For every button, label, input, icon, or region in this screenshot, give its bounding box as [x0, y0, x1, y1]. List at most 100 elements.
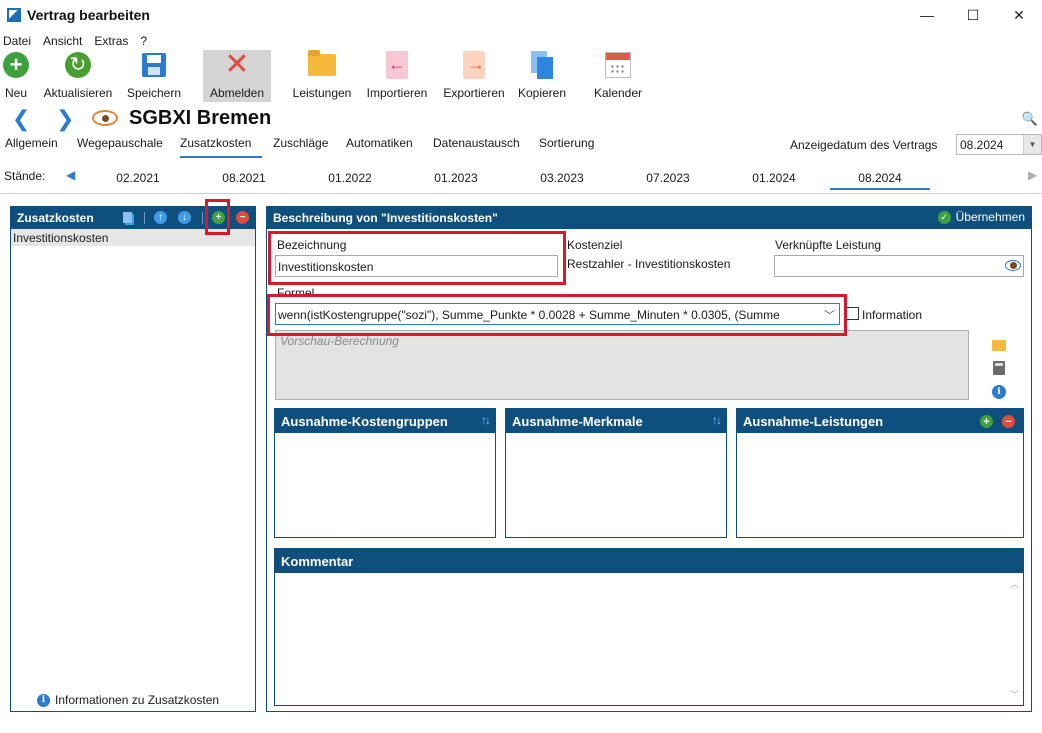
toolbar: + Neu ↻ Aktualisieren Speichern ✕ Abmeld… [0, 50, 1042, 102]
description-panel-header: Beschreibung von "Investitionskosten" ✓ … [267, 207, 1031, 229]
menu-ansicht[interactable]: Ansicht [40, 34, 88, 48]
zusatzkosten-panel-title: Zusatzkosten [17, 211, 94, 225]
stand-date[interactable]: 02.2021 [88, 171, 188, 185]
calendar-icon [605, 52, 631, 78]
stand-date[interactable]: 01.2024 [724, 171, 824, 185]
preview-placeholder: Vorschau-Berechnung [280, 334, 399, 348]
logout-button[interactable]: ✕ Abmelden [203, 50, 271, 102]
tab-datenaustausch[interactable]: Datenaustausch [433, 136, 520, 158]
ausnahme-kostengruppen-header: Ausnahme-Kostengruppen ↑↓ [275, 409, 495, 433]
menu-help[interactable]: ? [137, 34, 153, 48]
tab-allgemein[interactable]: Allgemein [5, 136, 58, 158]
scroll-down-icon[interactable]: ﹀ [1010, 688, 1019, 701]
ausnahme-merkmale-header: Ausnahme-Merkmale ↑↓ [506, 409, 726, 433]
list-item[interactable]: Investitionskosten [11, 229, 255, 246]
separator [202, 212, 203, 224]
window-title: Vertrag bearbeiten [27, 7, 150, 23]
refresh-label: Aktualisieren [43, 86, 113, 100]
zusatzkosten-panel-header: Zusatzkosten ↑ ↓ + − [11, 207, 255, 229]
copy-icon[interactable] [121, 211, 134, 224]
tab-zusatzkosten[interactable]: Zusatzkosten [180, 136, 262, 158]
eye-icon[interactable] [92, 110, 118, 126]
tab-zuschlaege[interactable]: Zuschläge [273, 136, 328, 158]
preview-calculation[interactable]: Vorschau-Berechnung [275, 330, 969, 400]
logout-label: Abmelden [209, 86, 265, 100]
tab-automatiken[interactable]: Automatiken [346, 136, 413, 158]
information-label: Information [862, 308, 923, 322]
chevron-down-icon: ﹀ [824, 310, 835, 322]
tab-sortierung[interactable]: Sortierung [539, 136, 594, 158]
record-title: SGBXI Bremen [129, 107, 272, 129]
ausnahme-kostengruppen-title: Ausnahme-Kostengruppen [281, 413, 448, 429]
save-icon [142, 53, 166, 77]
move-down-icon[interactable]: ↓ [178, 211, 191, 224]
export-icon [463, 51, 487, 79]
display-date-label: Anzeigedatum des Vertrags [790, 138, 938, 152]
info-icon[interactable]: i [992, 385, 1006, 399]
stand-date[interactable]: 08.2021 [194, 171, 294, 185]
staende-next-icon[interactable]: ▶ [1028, 168, 1037, 182]
plus-circle-icon: + [3, 52, 29, 78]
menu-bar: Datei Ansicht Extras ? [0, 31, 156, 51]
kostenziel-value: Restzahler - Investitionskosten [567, 257, 731, 271]
stand-date[interactable]: 01.2022 [300, 171, 400, 185]
staende-prev-icon[interactable]: ◀ [66, 168, 75, 182]
sort-icon[interactable]: ↑↓ [481, 413, 491, 427]
comment-title: Kommentar [281, 553, 354, 569]
stand-date[interactable]: 01.2023 [406, 171, 506, 185]
menu-extras[interactable]: Extras [91, 34, 134, 48]
previous-record-button[interactable]: ❮ [12, 106, 30, 132]
stand-date[interactable]: 03.2023 [512, 171, 612, 185]
formel-input[interactable]: wenn(istKostengruppe("sozi"), Summe_Punk… [275, 303, 840, 325]
new-button[interactable]: + Neu [0, 50, 32, 102]
move-up-icon[interactable]: ↑ [154, 211, 167, 224]
minimize-button[interactable]: — [904, 0, 950, 30]
zusatzkosten-panel: Zusatzkosten ↑ ↓ + − Investitionskosten … [10, 206, 256, 712]
services-button[interactable]: Leistungen [289, 50, 355, 102]
search-icon[interactable]: 🔍 [1022, 111, 1038, 127]
maximize-button[interactable]: ☐ [950, 0, 996, 30]
staende-label: Stände: [4, 169, 46, 183]
copy-icon [529, 51, 555, 79]
calendar-button[interactable]: Kalender [590, 50, 646, 102]
ausnahme-leistungen-header: Ausnahme-Leistungen + − [737, 409, 1023, 433]
comment-box[interactable]: Kommentar ︿ ﹀ [274, 548, 1024, 706]
verknuepfte-leistung-input[interactable] [774, 255, 1024, 277]
export-button[interactable]: Exportieren [439, 50, 509, 102]
add-icon[interactable]: + [980, 415, 993, 428]
formel-value: wenn(istKostengruppe("sozi"), Summe_Punk… [278, 308, 780, 322]
stand-date-active[interactable]: 08.2024 [830, 171, 930, 190]
apply-button[interactable]: ✓ Übernehmen [937, 210, 1025, 224]
refresh-icon: ↻ [65, 52, 91, 78]
bezeichnung-input[interactable]: Investitionskosten [275, 255, 558, 277]
close-button[interactable]: ✕ [996, 0, 1042, 30]
window-controls: — ☐ ✕ [904, 0, 1042, 30]
scroll-up-icon[interactable]: ︿ [1010, 577, 1019, 590]
new-label: Neu [4, 86, 27, 100]
sort-icon[interactable]: ↑↓ [712, 413, 722, 427]
import-button[interactable]: Importieren [361, 50, 433, 102]
remove-icon[interactable]: − [1002, 415, 1015, 428]
folder-icon[interactable] [992, 340, 1006, 351]
divider [0, 193, 1042, 194]
eye-icon[interactable] [1005, 260, 1021, 271]
menu-datei[interactable]: Datei [0, 34, 37, 48]
display-date-select[interactable]: 08.2024 ▼ [956, 134, 1042, 155]
description-panel-title: Beschreibung von "Investitionskosten" [273, 211, 498, 225]
information-checkbox[interactable] [846, 307, 859, 320]
save-button[interactable]: Speichern [122, 50, 186, 102]
calculator-icon[interactable] [993, 361, 1005, 375]
bezeichnung-label: Bezeichnung [277, 238, 347, 252]
remove-icon[interactable]: − [236, 211, 249, 224]
next-record-button[interactable]: ❯ [56, 106, 74, 132]
import-icon [386, 51, 408, 79]
refresh-button[interactable]: ↻ Aktualisieren [38, 50, 118, 102]
copy-button[interactable]: Kopieren [515, 50, 569, 102]
tab-wegepauschale[interactable]: Wegepauschale [77, 136, 163, 158]
display-date-value: 08.2024 [960, 138, 1004, 152]
stand-date[interactable]: 07.2023 [618, 171, 718, 185]
zusatzkosten-info-link[interactable]: i Informationen zu Zusatzkosten [37, 693, 219, 707]
add-icon[interactable]: + [212, 211, 225, 224]
zusatzkosten-info-label: Informationen zu Zusatzkosten [55, 693, 220, 707]
app-icon [7, 8, 21, 22]
